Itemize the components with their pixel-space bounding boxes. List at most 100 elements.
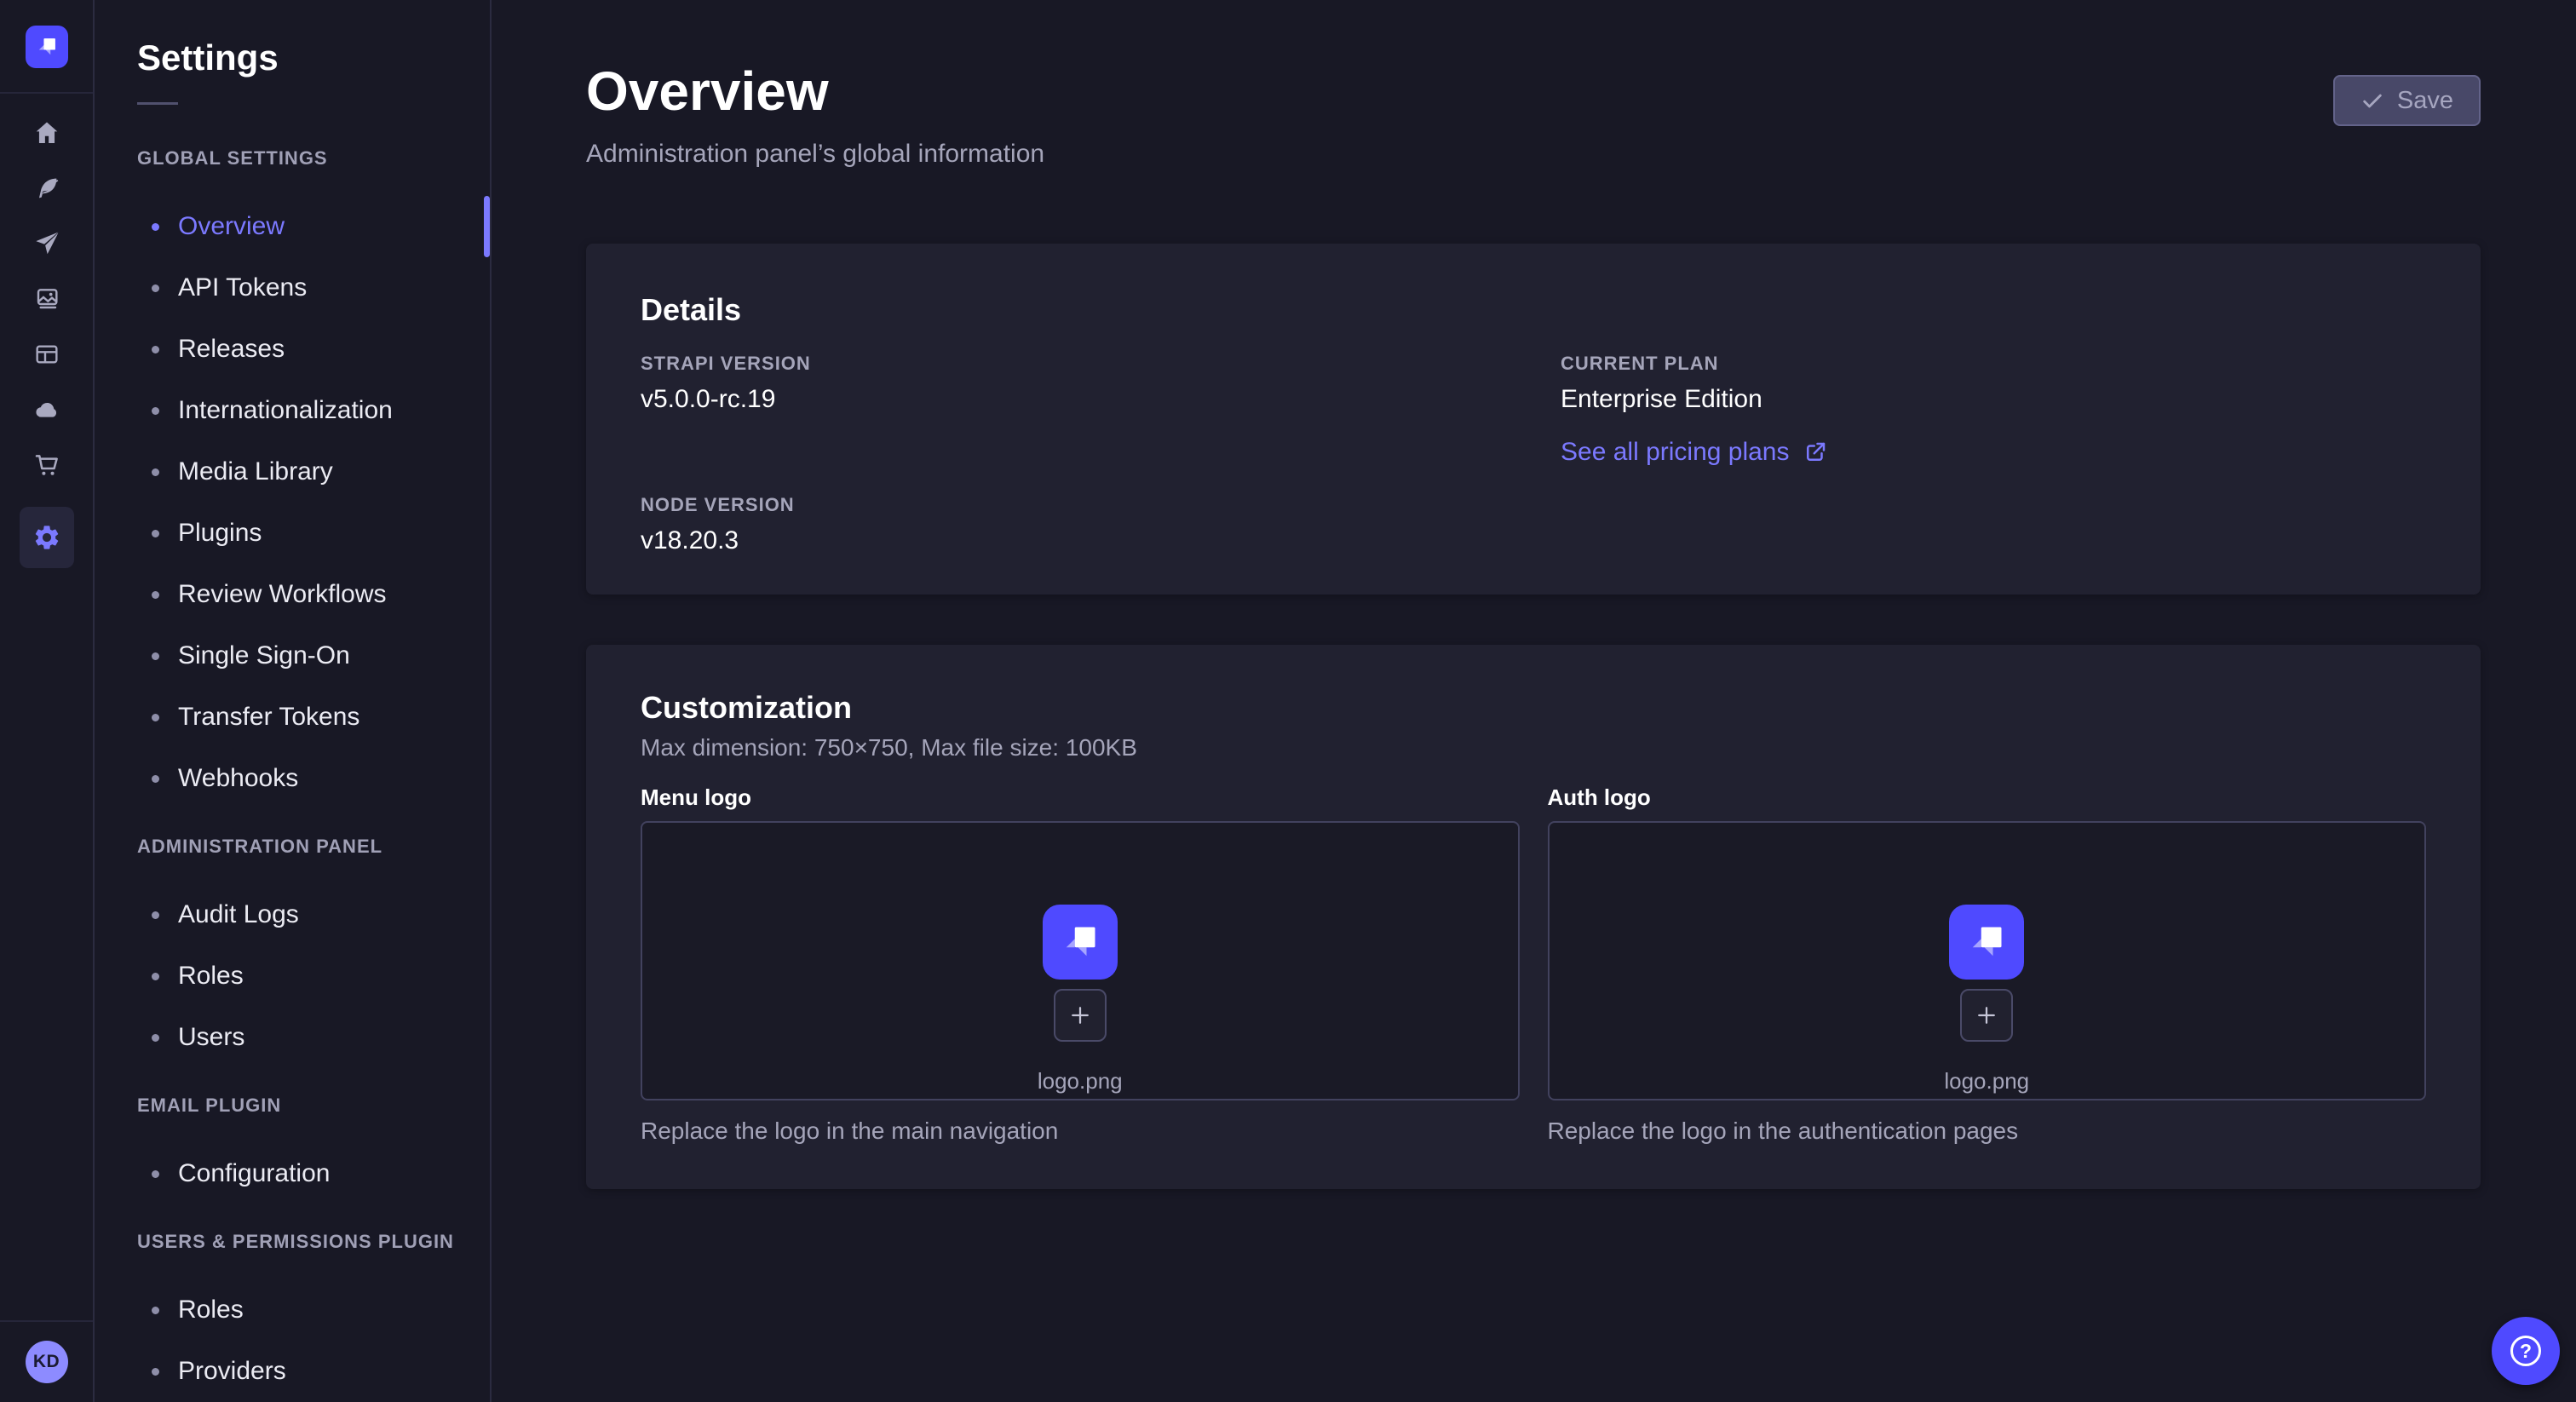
sidebar-item-email-configuration[interactable]: Configuration: [137, 1143, 490, 1204]
sidebar-item-webhooks[interactable]: Webhooks: [137, 748, 490, 809]
sidebar-item-transfer-tokens[interactable]: Transfer Tokens: [137, 687, 490, 748]
sidebar-item-single-sign-on[interactable]: Single Sign-On: [137, 625, 490, 687]
sidebar-title-rule: [137, 102, 178, 105]
auth-logo-dropzone[interactable]: logo.png: [1548, 821, 2427, 1100]
menu-logo-hint: Replace the logo in the main navigation: [641, 1118, 1520, 1145]
bullet-icon: [152, 973, 159, 980]
sidebar-item-review-workflows[interactable]: Review Workflows: [137, 564, 490, 625]
bullet-icon: [152, 1368, 159, 1376]
rail-item-deploy[interactable]: [20, 396, 74, 423]
bullet-icon: [152, 530, 159, 537]
auth-logo-upload: Auth logo logo.png Replace the logo in t…: [1548, 784, 2427, 1145]
page-title: Overview: [586, 58, 1044, 124]
save-button[interactable]: Save: [2333, 75, 2481, 126]
add-logo-button[interactable]: [1960, 989, 2013, 1042]
field-label: NODE VERSION: [641, 494, 1506, 516]
sidebar-item-media-library[interactable]: Media Library: [137, 441, 490, 503]
auth-logo-filename: logo.png: [1944, 1068, 2029, 1095]
sidebar-item-admin-roles[interactable]: Roles: [137, 945, 490, 1007]
images-icon: [33, 285, 60, 313]
rail-item-home[interactable]: [20, 119, 74, 147]
sidebar-nav: GLOBAL SETTINGS Overview API Tokens Rele…: [137, 121, 490, 1402]
section-header-administration-panel: ADMINISTRATION PANEL: [137, 809, 490, 884]
cart-icon: [33, 451, 60, 479]
feather-icon: [33, 175, 60, 202]
bullet-icon: [152, 1307, 159, 1314]
menu-logo-filename: logo.png: [1038, 1068, 1123, 1095]
rail-nav: [20, 119, 74, 568]
field-value: v5.0.0-rc.19: [641, 383, 1506, 416]
sidebar-item-plugins[interactable]: Plugins: [137, 503, 490, 564]
auth-logo-preview: [1949, 905, 2024, 980]
rail-item-content-type-builder[interactable]: [20, 341, 74, 368]
menu-logo-preview: [1043, 905, 1118, 980]
cloud-icon: [33, 396, 60, 423]
home-icon: [33, 119, 60, 147]
plus-icon: [1067, 1003, 1093, 1028]
bullet-icon: [152, 1170, 159, 1178]
strapi-logo-icon: [32, 32, 61, 61]
sidebar-title: Settings: [137, 37, 490, 78]
page-header: Overview Administration panel’s global i…: [586, 58, 2481, 170]
sidebar-item-internationalization[interactable]: Internationalization: [137, 380, 490, 441]
details-card-title: Details: [641, 291, 2426, 329]
section-header-global-settings: GLOBAL SETTINGS: [137, 121, 490, 196]
rail-item-media-library[interactable]: [20, 285, 74, 313]
field-empty: [1561, 494, 2426, 557]
pricing-plans-link[interactable]: See all pricing plans: [1561, 438, 1828, 467]
sidebar-item-up-roles[interactable]: Roles: [137, 1279, 490, 1341]
avatar[interactable]: KD: [26, 1341, 68, 1383]
bullet-icon: [152, 223, 159, 231]
field-value: Enterprise Edition: [1561, 383, 2426, 416]
page-subtitle: Administration panel’s global informatio…: [586, 138, 1044, 170]
sidebar-item-api-tokens[interactable]: API Tokens: [137, 257, 490, 319]
rail-divider: [0, 92, 93, 94]
pricing-plans-link-label: See all pricing plans: [1561, 438, 1790, 467]
field-current-plan: CURRENT PLAN Enterprise Edition See all …: [1561, 353, 2426, 467]
field-value: v18.20.3: [641, 525, 1506, 557]
strapi-logo[interactable]: [26, 26, 68, 68]
strapi-admin-app: KD Settings GLOBAL SETTINGS Overview API…: [0, 0, 2576, 1402]
rail-divider-bottom: [0, 1320, 93, 1322]
bullet-icon: [152, 714, 159, 721]
paper-plane-icon: [33, 230, 60, 257]
check-icon: [2360, 89, 2384, 112]
save-button-label: Save: [2397, 87, 2453, 115]
avatar-initials: KD: [33, 1352, 60, 1372]
bullet-icon: [152, 407, 159, 415]
field-strapi-version: STRAPI VERSION v5.0.0-rc.19: [641, 353, 1506, 467]
auth-logo-label: Auth logo: [1548, 784, 2427, 811]
sidebar-item-overview[interactable]: Overview: [137, 196, 490, 257]
customization-card-title: Customization: [641, 689, 2426, 727]
rail-item-settings[interactable]: [20, 507, 74, 568]
sidebar-item-audit-logs[interactable]: Audit Logs: [137, 884, 490, 945]
help-button[interactable]: ?: [2492, 1317, 2560, 1385]
logo-upload-grid: Menu logo logo.png Replace the logo in t…: [641, 784, 2426, 1145]
sidebar-item-providers[interactable]: Providers: [137, 1341, 490, 1402]
field-label: STRAPI VERSION: [641, 353, 1506, 375]
rail-item-marketplace[interactable]: [20, 451, 74, 479]
details-card: Details STRAPI VERSION v5.0.0-rc.19 CURR…: [586, 244, 2481, 595]
bullet-icon: [152, 591, 159, 599]
strapi-logo-icon: [1961, 916, 2012, 968]
layout-icon: [33, 341, 60, 368]
bullet-icon: [152, 468, 159, 476]
menu-logo-upload: Menu logo logo.png Replace the logo in t…: [641, 784, 1520, 1145]
settings-sidebar: Settings GLOBAL SETTINGS Overview API To…: [95, 0, 492, 1402]
plus-icon: [1974, 1003, 1999, 1028]
rail-bottom: KD: [0, 1320, 93, 1402]
strapi-logo-icon: [1055, 916, 1106, 968]
icon-rail: KD: [0, 0, 95, 1402]
section-header-users-permissions-plugin: USERS & PERMISSIONS PLUGIN: [137, 1204, 490, 1279]
menu-logo-dropzone[interactable]: logo.png: [641, 821, 1520, 1100]
add-logo-button[interactable]: [1054, 989, 1107, 1042]
bullet-icon: [152, 775, 159, 783]
bullet-icon: [152, 911, 159, 919]
external-link-icon: [1803, 440, 1828, 465]
sidebar-item-releases[interactable]: Releases: [137, 319, 490, 380]
sidebar-item-users[interactable]: Users: [137, 1007, 490, 1068]
menu-logo-label: Menu logo: [641, 784, 1520, 811]
rail-item-content-manager[interactable]: [20, 175, 74, 202]
rail-item-releases[interactable]: [20, 230, 74, 257]
active-item-indicator: [484, 196, 490, 257]
